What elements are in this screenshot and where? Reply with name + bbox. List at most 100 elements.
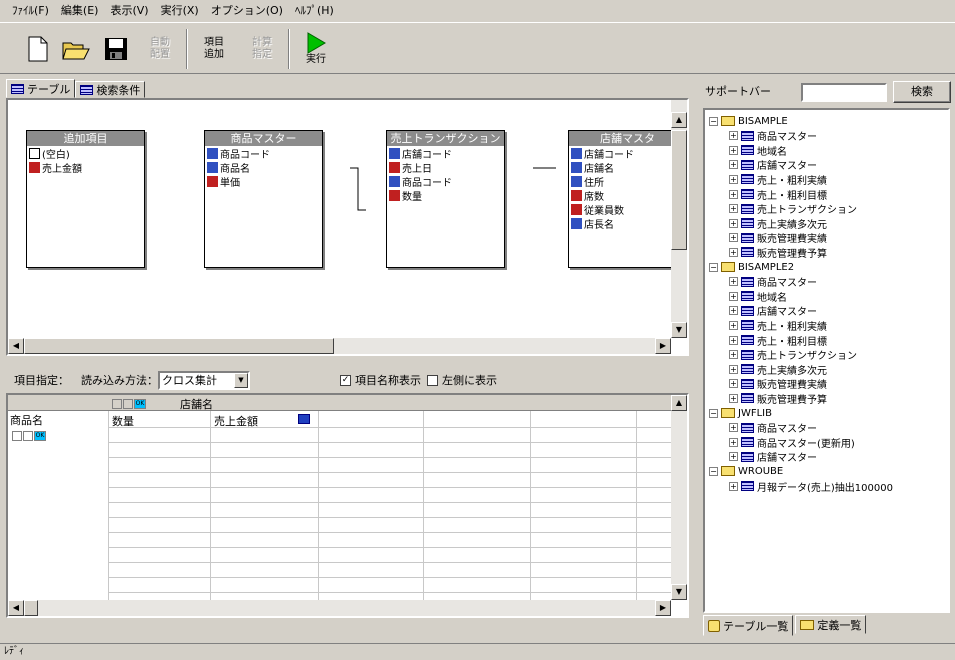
tree-node-table[interactable]: + 売上トランザクション xyxy=(729,202,857,216)
tree-node-table[interactable]: + 地域名 xyxy=(729,289,787,304)
grid-vscroll-track[interactable] xyxy=(671,395,687,600)
collapse-icon[interactable]: − xyxy=(709,466,718,476)
tree-node-table[interactable]: + 店舗マスター xyxy=(729,304,817,318)
tree-node-table[interactable]: + 商品マスター xyxy=(729,421,817,435)
search-input[interactable] xyxy=(801,83,887,102)
expand-icon[interactable]: + xyxy=(729,218,738,228)
expand-icon[interactable]: + xyxy=(729,204,738,214)
expand-icon[interactable]: + xyxy=(729,277,738,287)
expand-icon[interactable]: + xyxy=(729,364,738,374)
tree-node-table[interactable]: + 販売管理費実績 xyxy=(729,231,827,245)
expand-icon[interactable]: + xyxy=(729,291,738,301)
show-left-checkbox[interactable] xyxy=(427,374,438,386)
scroll-up-button[interactable]: ▲ xyxy=(671,395,687,411)
tab-definition-list[interactable]: 定義一覧 xyxy=(795,615,867,634)
diagram-hscroll-thumb[interactable] xyxy=(24,338,334,354)
scroll-down-button[interactable]: ▼ xyxy=(671,322,687,338)
tree-node-table[interactable]: + 商品マスター(更新用) xyxy=(729,435,855,450)
expand-icon[interactable]: + xyxy=(729,379,738,389)
menu-edit[interactable]: 編集(E) xyxy=(55,0,105,22)
expand-icon[interactable]: + xyxy=(729,320,738,330)
mini-checkbox[interactable] xyxy=(12,431,22,441)
row-axis-controls[interactable]: OK xyxy=(12,429,47,442)
aggregate-icon[interactable] xyxy=(298,414,310,424)
mini-checkbox[interactable] xyxy=(23,431,33,441)
tree-node-library[interactable]: − BISAMPLE xyxy=(709,114,788,128)
tree-node-table[interactable]: + 店舗マスター xyxy=(729,158,817,172)
read-method-select[interactable]: クロス集計 ▼ xyxy=(158,370,250,390)
scroll-down-button[interactable]: ▼ xyxy=(671,584,687,600)
add-item-button[interactable]: 項目 追加 xyxy=(194,29,234,69)
expand-icon[interactable]: + xyxy=(729,247,738,257)
tree-node-table[interactable]: + 売上実績多次元 xyxy=(729,362,827,377)
run-button[interactable]: 実行 xyxy=(296,29,336,69)
expand-icon[interactable]: + xyxy=(729,393,738,403)
mini-checkbox[interactable] xyxy=(123,399,133,409)
tree-node-library[interactable]: − WROUBE xyxy=(709,464,783,478)
show-item-name-checkbox[interactable]: ✓ xyxy=(340,374,351,386)
expand-icon[interactable]: + xyxy=(729,335,738,345)
tree-node-table[interactable]: + 売上・粗利実績 xyxy=(729,172,827,187)
crosstab-grid[interactable]: OK 店舗名 商品名 OK 数量 売上金額 ▲ ▼ ◀ ▶ xyxy=(6,393,689,618)
expand-icon[interactable]: + xyxy=(729,160,738,170)
ok-button[interactable]: OK xyxy=(34,431,46,441)
tab-table[interactable]: テーブル xyxy=(6,79,76,98)
tree-node-table[interactable]: + 店舗マスター xyxy=(729,450,817,464)
new-button[interactable] xyxy=(18,29,58,69)
tree-node-table[interactable]: + 商品マスター xyxy=(729,275,817,289)
auto-layout-button[interactable]: 自動 配置 xyxy=(140,29,180,69)
tree-node-library[interactable]: − JWFLIB xyxy=(709,406,772,420)
menu-view[interactable]: 表示(V) xyxy=(104,0,154,22)
expand-icon[interactable]: + xyxy=(729,437,738,447)
open-button[interactable] xyxy=(56,29,96,69)
tree-node-table[interactable]: + 月報データ(売上)抽出100000 xyxy=(729,479,893,494)
tab-search-conditions[interactable]: 検索条件 xyxy=(75,81,146,98)
scroll-up-button[interactable]: ▲ xyxy=(671,112,687,128)
grid-hscroll-track[interactable] xyxy=(8,600,671,616)
tree-node-table[interactable]: + 売上・粗利目標 xyxy=(729,333,827,348)
tree-node-table[interactable]: + 販売管理費予算 xyxy=(729,391,827,406)
expand-icon[interactable]: + xyxy=(729,481,738,491)
tree-node-table[interactable]: + 売上・粗利実績 xyxy=(729,318,827,333)
table-tree[interactable]: − BISAMPLE + 商品マスター + 地域名 + 店舗マスター + 売上・粗利実績 + 売上・粗… xyxy=(703,108,950,613)
expand-icon[interactable]: + xyxy=(729,189,738,199)
column-header-sales[interactable]: 売上金額 xyxy=(214,413,258,429)
diagram-vscroll-thumb[interactable] xyxy=(671,130,687,250)
expand-icon[interactable]: + xyxy=(729,350,738,360)
scroll-left-button[interactable]: ◀ xyxy=(8,600,24,616)
tree-node-table[interactable]: + 売上・粗利目標 xyxy=(729,187,827,202)
collapse-icon[interactable]: − xyxy=(709,262,718,272)
expand-icon[interactable]: + xyxy=(729,423,738,433)
save-button[interactable] xyxy=(96,29,136,69)
tree-node-table[interactable]: + 販売管理費予算 xyxy=(729,245,827,260)
tree-node-table[interactable]: + 地域名 xyxy=(729,143,787,158)
menu-run[interactable]: 実行(X) xyxy=(155,0,205,22)
expand-icon[interactable]: + xyxy=(729,306,738,316)
table-diagram-canvas[interactable]: 追加項目 (空白) 売上金額 商品マスター 商品コード 商品名 単価 売上トランザクション 店舗… xyxy=(6,98,689,356)
expand-icon[interactable]: + xyxy=(729,145,738,155)
expand-icon[interactable]: + xyxy=(729,233,738,243)
ok-button[interactable]: OK xyxy=(134,399,146,409)
chevron-down-icon[interactable]: ▼ xyxy=(234,372,248,388)
tree-node-table[interactable]: + 売上実績多次元 xyxy=(729,216,827,231)
calc-spec-button[interactable]: 計算 指定 xyxy=(242,29,282,69)
tab-table-list[interactable]: テーブル一覧 xyxy=(703,615,794,636)
tree-node-library[interactable]: − BISAMPLE2 xyxy=(709,260,794,274)
column-header-quantity[interactable]: 数量 xyxy=(112,413,134,429)
menu-file[interactable]: ﾌｧｲﾙ(F) xyxy=(6,0,55,22)
expand-icon[interactable]: + xyxy=(729,131,738,141)
menu-help[interactable]: ﾍﾙﾌﾟ(H) xyxy=(289,0,340,22)
grid-hscroll-thumb[interactable] xyxy=(24,600,38,616)
column-axis-controls[interactable]: OK xyxy=(112,397,147,410)
tree-node-table[interactable]: + 商品マスター xyxy=(729,129,817,143)
menu-options[interactable]: オプション(O) xyxy=(205,0,289,22)
scroll-left-button[interactable]: ◀ xyxy=(8,338,24,354)
collapse-icon[interactable]: − xyxy=(709,408,718,418)
expand-icon[interactable]: + xyxy=(729,452,738,462)
tree-node-table[interactable]: + 売上トランザクション xyxy=(729,348,857,362)
scroll-right-button[interactable]: ▶ xyxy=(655,600,671,616)
expand-icon[interactable]: + xyxy=(729,174,738,184)
scroll-right-button[interactable]: ▶ xyxy=(655,338,671,354)
search-button[interactable]: 検索 xyxy=(893,81,951,103)
collapse-icon[interactable]: − xyxy=(709,116,718,126)
